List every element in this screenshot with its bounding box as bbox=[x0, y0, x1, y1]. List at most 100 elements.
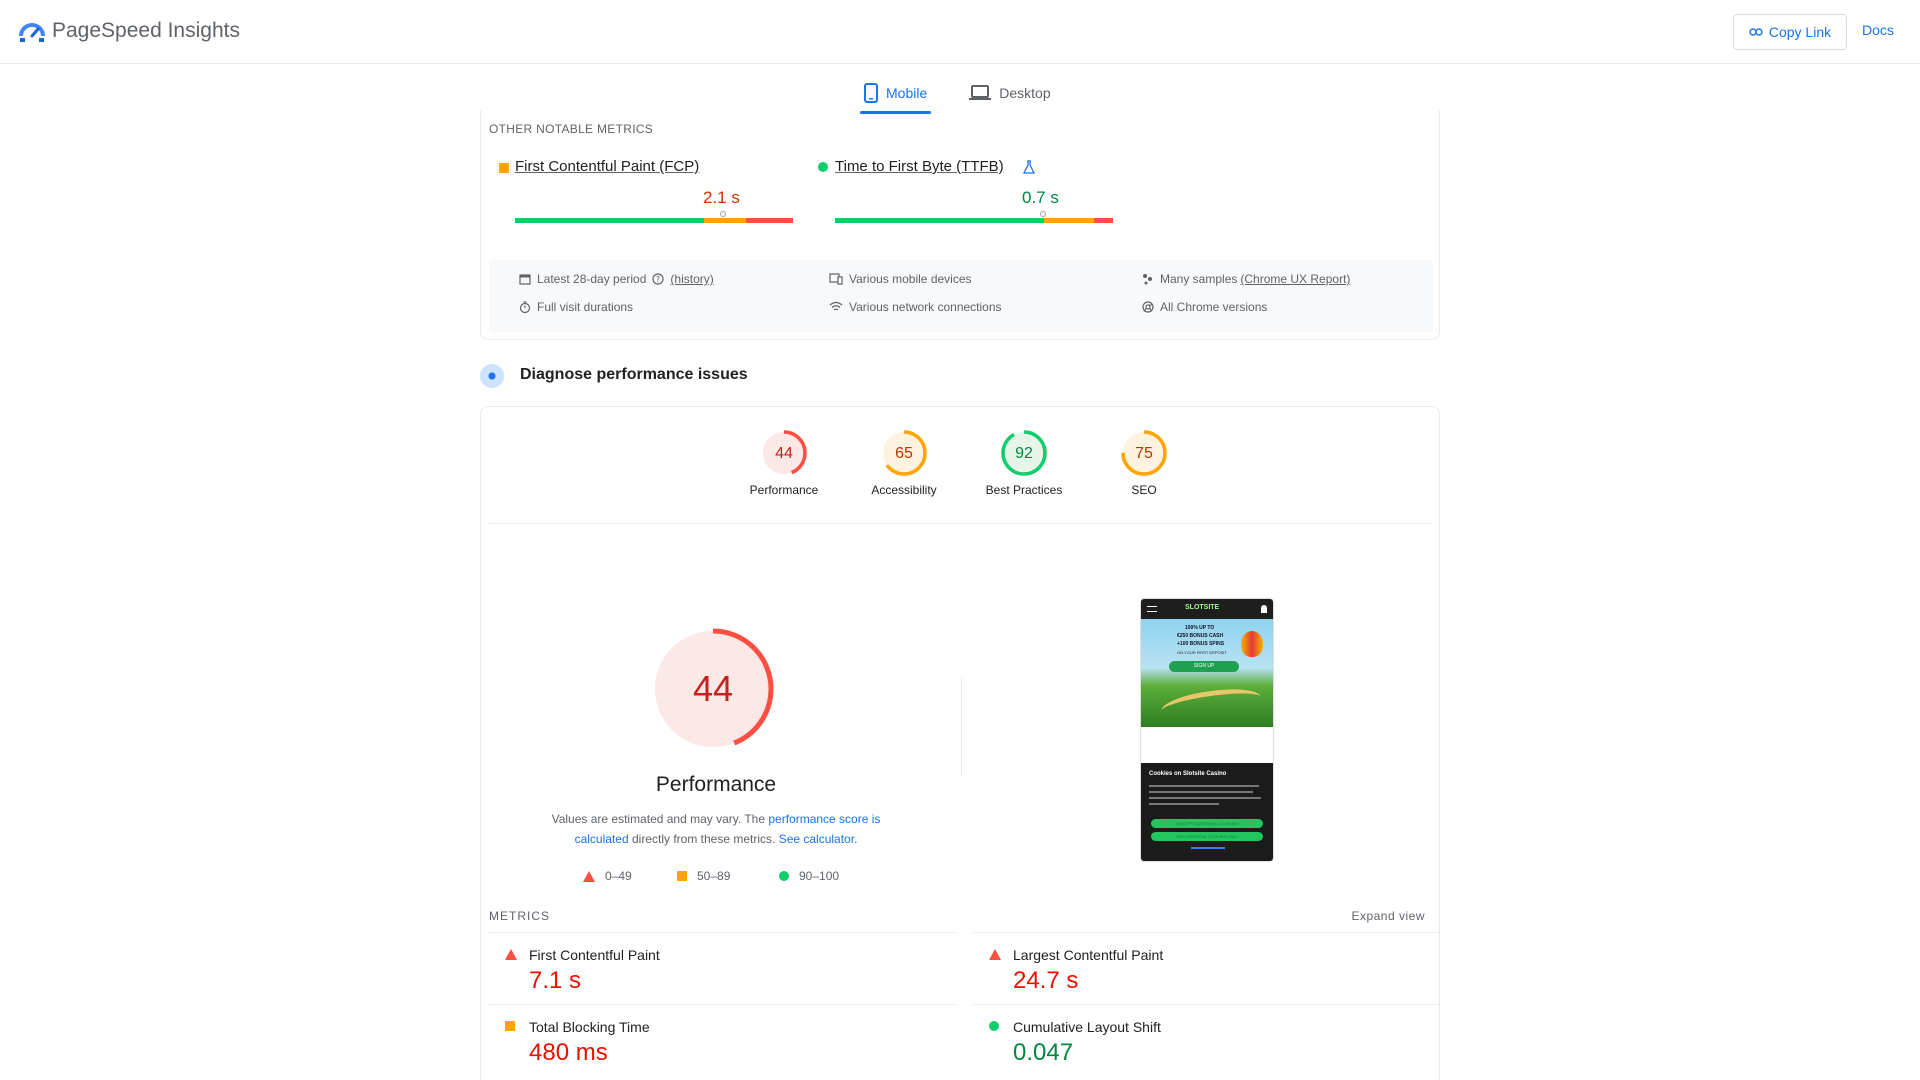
user-icon bbox=[1261, 605, 1267, 613]
cookie-banner: Cookies on Slotsite Casino I ACCEPT ADDI… bbox=[1141, 763, 1273, 861]
site-brand: SLOTSITE bbox=[1185, 604, 1220, 611]
average-square-icon bbox=[505, 1021, 515, 1031]
chrome-icon bbox=[1142, 301, 1154, 313]
help-icon[interactable]: ? bbox=[652, 273, 665, 285]
devices-text: Various mobile devices bbox=[849, 272, 972, 286]
performance-gauge-score: 44 bbox=[775, 445, 793, 462]
metric-lcp-name: Largest Contentful Paint bbox=[1013, 947, 1164, 963]
laptop-icon bbox=[969, 85, 992, 100]
gauge-accessibility[interactable]: 65 Accessibility bbox=[859, 429, 949, 497]
metric-fcp: First Contentful Paint 7.1 s bbox=[489, 932, 957, 1004]
site-hero: 100% UP TO €250 BONUS CASH +100 BONUS SP… bbox=[1141, 619, 1273, 727]
fcp-marker-pin bbox=[720, 211, 726, 217]
duration-meta: Full visit durations bbox=[519, 300, 633, 314]
gauge-seo-label: SEO bbox=[1131, 483, 1157, 497]
promo-line-2: €250 BONUS CASH bbox=[1177, 633, 1224, 639]
poor-triangle-icon bbox=[583, 870, 595, 882]
metrics-heading: METRICS bbox=[489, 909, 550, 923]
average-square-icon bbox=[677, 871, 687, 881]
other-metrics-heading: OTHER NOTABLE METRICS bbox=[489, 122, 654, 136]
metric-tbt: Total Blocking Time 480 ms bbox=[489, 1004, 957, 1076]
tab-desktop[interactable]: Desktop bbox=[965, 76, 1054, 110]
chrome-text: All Chrome versions bbox=[1160, 300, 1268, 314]
metric-lcp: Largest Contentful Paint 24.7 s bbox=[973, 932, 1441, 1004]
performance-note: Values are estimated and may vary. The p… bbox=[531, 809, 901, 849]
fcp-metric-link[interactable]: First Contentful Paint (FCP) bbox=[515, 158, 699, 175]
history-link[interactable]: (history) bbox=[670, 272, 713, 286]
ttfb-marker-pin bbox=[1040, 211, 1046, 217]
tab-mobile[interactable]: Mobile bbox=[860, 76, 932, 114]
legend-good-label: 90–100 bbox=[799, 869, 840, 883]
promo-line-1: 100% UP TO bbox=[1185, 625, 1215, 631]
top-bar: PageSpeed Insights Copy Link Docs bbox=[0, 0, 1920, 64]
copy-link-button[interactable]: Copy Link bbox=[1733, 14, 1847, 50]
device-tabs: Mobile Desktop bbox=[860, 76, 1055, 114]
fcp-value: 2.1 s bbox=[703, 188, 740, 207]
devices-meta: Various mobile devices bbox=[829, 272, 972, 286]
ttfb-good-segment bbox=[835, 218, 1044, 223]
good-circle-icon bbox=[818, 162, 828, 172]
pagespeed-logo-icon[interactable] bbox=[18, 18, 46, 44]
devices-icon bbox=[829, 273, 843, 285]
docs-link[interactable]: Docs bbox=[1862, 22, 1894, 38]
promo-line-3: +100 BONUS SPINS bbox=[1177, 641, 1225, 647]
ttfb-distribution-bar bbox=[835, 218, 1113, 223]
lab-data-card: 44 Performance 65 Accessibility 92 Best … bbox=[480, 406, 1441, 1080]
expand-view-toggle[interactable]: Expand view bbox=[1351, 909, 1425, 923]
site-signup-button: SIGN UP bbox=[1169, 661, 1239, 672]
legend-average: 50–89 bbox=[677, 869, 730, 883]
cookie-essential-button: USE ESSENTIAL COOKIES ONLY bbox=[1151, 832, 1263, 841]
winding-road bbox=[1159, 684, 1263, 724]
metric-cls: Cumulative Layout Shift 0.047 bbox=[973, 1004, 1441, 1076]
fcp-distribution-bar bbox=[515, 218, 793, 223]
network-meta: Various network connections bbox=[829, 300, 1002, 314]
cookie-accept-button: I ACCEPT ADDITIONAL COOKIES bbox=[1151, 819, 1263, 828]
svg-text:?: ? bbox=[656, 275, 660, 284]
gauges-divider bbox=[489, 523, 1433, 524]
gauge-seo[interactable]: 75 SEO bbox=[1099, 429, 1189, 497]
final-screenshot[interactable]: SLOTSITE 100% UP TO €250 BONUS CASH +100… bbox=[1140, 598, 1274, 862]
network-text: Various network connections bbox=[849, 300, 1002, 314]
samples-meta: Many samples (Chrome UX Report) bbox=[1142, 272, 1350, 286]
chrome-meta: All Chrome versions bbox=[1142, 300, 1267, 314]
gauge-performance-label: Performance bbox=[749, 483, 819, 497]
legend-good: 90–100 bbox=[779, 869, 839, 883]
link-icon bbox=[1749, 28, 1763, 36]
site-header: SLOTSITE bbox=[1141, 599, 1273, 619]
gauge-performance[interactable]: 44 Performance bbox=[739, 429, 829, 497]
performance-big-score: 44 bbox=[693, 668, 733, 709]
note-text-2: directly from these metrics. bbox=[628, 832, 779, 846]
ttfb-metric-link[interactable]: Time to First Byte (TTFB) bbox=[835, 158, 1004, 175]
metric-cls-value: 0.047 bbox=[1013, 1039, 1074, 1066]
tab-mobile-label: Mobile bbox=[886, 85, 928, 101]
seo-gauge-score: 75 bbox=[1135, 445, 1153, 462]
cookie-text-line bbox=[1149, 785, 1259, 787]
hamburger-menu-icon bbox=[1147, 606, 1157, 612]
site-gap bbox=[1141, 727, 1273, 763]
duration-text: Full visit durations bbox=[537, 300, 634, 314]
calendar-icon bbox=[519, 274, 531, 285]
brand-title[interactable]: PageSpeed Insights bbox=[52, 19, 240, 43]
fcp-poor-segment bbox=[745, 218, 793, 223]
note-text-1: Values are estimated and may vary. The bbox=[551, 812, 769, 826]
legend-poor: 0–49 bbox=[583, 869, 632, 883]
see-calculator-link[interactable]: See calculator. bbox=[779, 832, 858, 846]
fcp-good-segment bbox=[515, 218, 705, 223]
cookie-text-line bbox=[1149, 797, 1261, 799]
gauge-best-practices[interactable]: 92 Best Practices bbox=[979, 429, 1069, 497]
wifi-icon bbox=[829, 301, 843, 311]
good-circle-icon bbox=[989, 1021, 999, 1031]
performance-gauge-icon: 44 bbox=[761, 430, 807, 476]
best-practices-gauge-icon: 92 bbox=[1001, 430, 1047, 476]
poor-triangle-icon bbox=[505, 949, 517, 960]
gauge-accessibility-label: Accessibility bbox=[871, 483, 937, 497]
field-data-card: OTHER NOTABLE METRICS First Contentful P… bbox=[480, 110, 1440, 340]
metric-fcp-value: 7.1 s bbox=[529, 967, 582, 994]
smartphone-icon bbox=[864, 83, 878, 103]
good-circle-icon bbox=[779, 871, 789, 881]
vertical-separator bbox=[961, 677, 962, 777]
chrome-ux-report-link[interactable]: (Chrome UX Report) bbox=[1240, 272, 1350, 286]
cookie-text-line bbox=[1149, 803, 1219, 805]
lab-flask-icon[interactable] bbox=[1023, 160, 1035, 174]
samples-text: Many samples bbox=[1160, 272, 1238, 286]
